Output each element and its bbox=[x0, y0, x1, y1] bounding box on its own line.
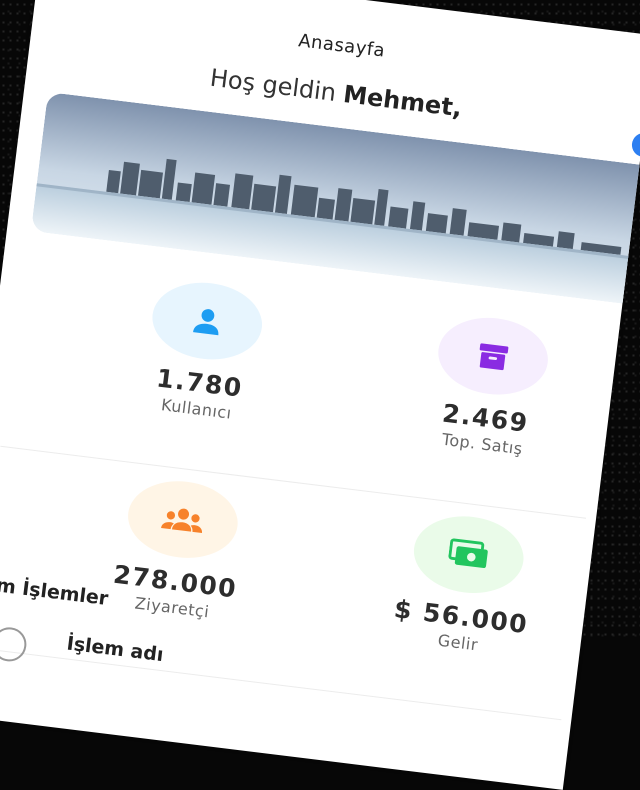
stat-card-income[interactable]: $ 56.000 Gelir bbox=[343, 504, 582, 700]
phone-screen: Anasayfa Hoş geldin Mehmet, 1.780 Kullan… bbox=[0, 0, 640, 790]
visitors-icon-badge bbox=[123, 475, 243, 565]
money-icon bbox=[448, 538, 488, 569]
stat-card-sales[interactable]: 2.469 Top. Satış bbox=[368, 305, 607, 501]
users-icon-badge bbox=[148, 276, 267, 366]
group-icon bbox=[161, 508, 203, 534]
greeting-name: Mehmet, bbox=[341, 80, 464, 123]
income-icon-badge bbox=[409, 510, 528, 600]
transaction-icon bbox=[0, 625, 29, 664]
greeting-prefix: Hoş geldin bbox=[208, 63, 338, 107]
sales-icon-badge bbox=[433, 311, 553, 401]
stat-card-users[interactable]: 1.780 Kullanıcı bbox=[82, 270, 321, 466]
user-icon bbox=[193, 309, 219, 336]
box-icon bbox=[479, 343, 509, 371]
